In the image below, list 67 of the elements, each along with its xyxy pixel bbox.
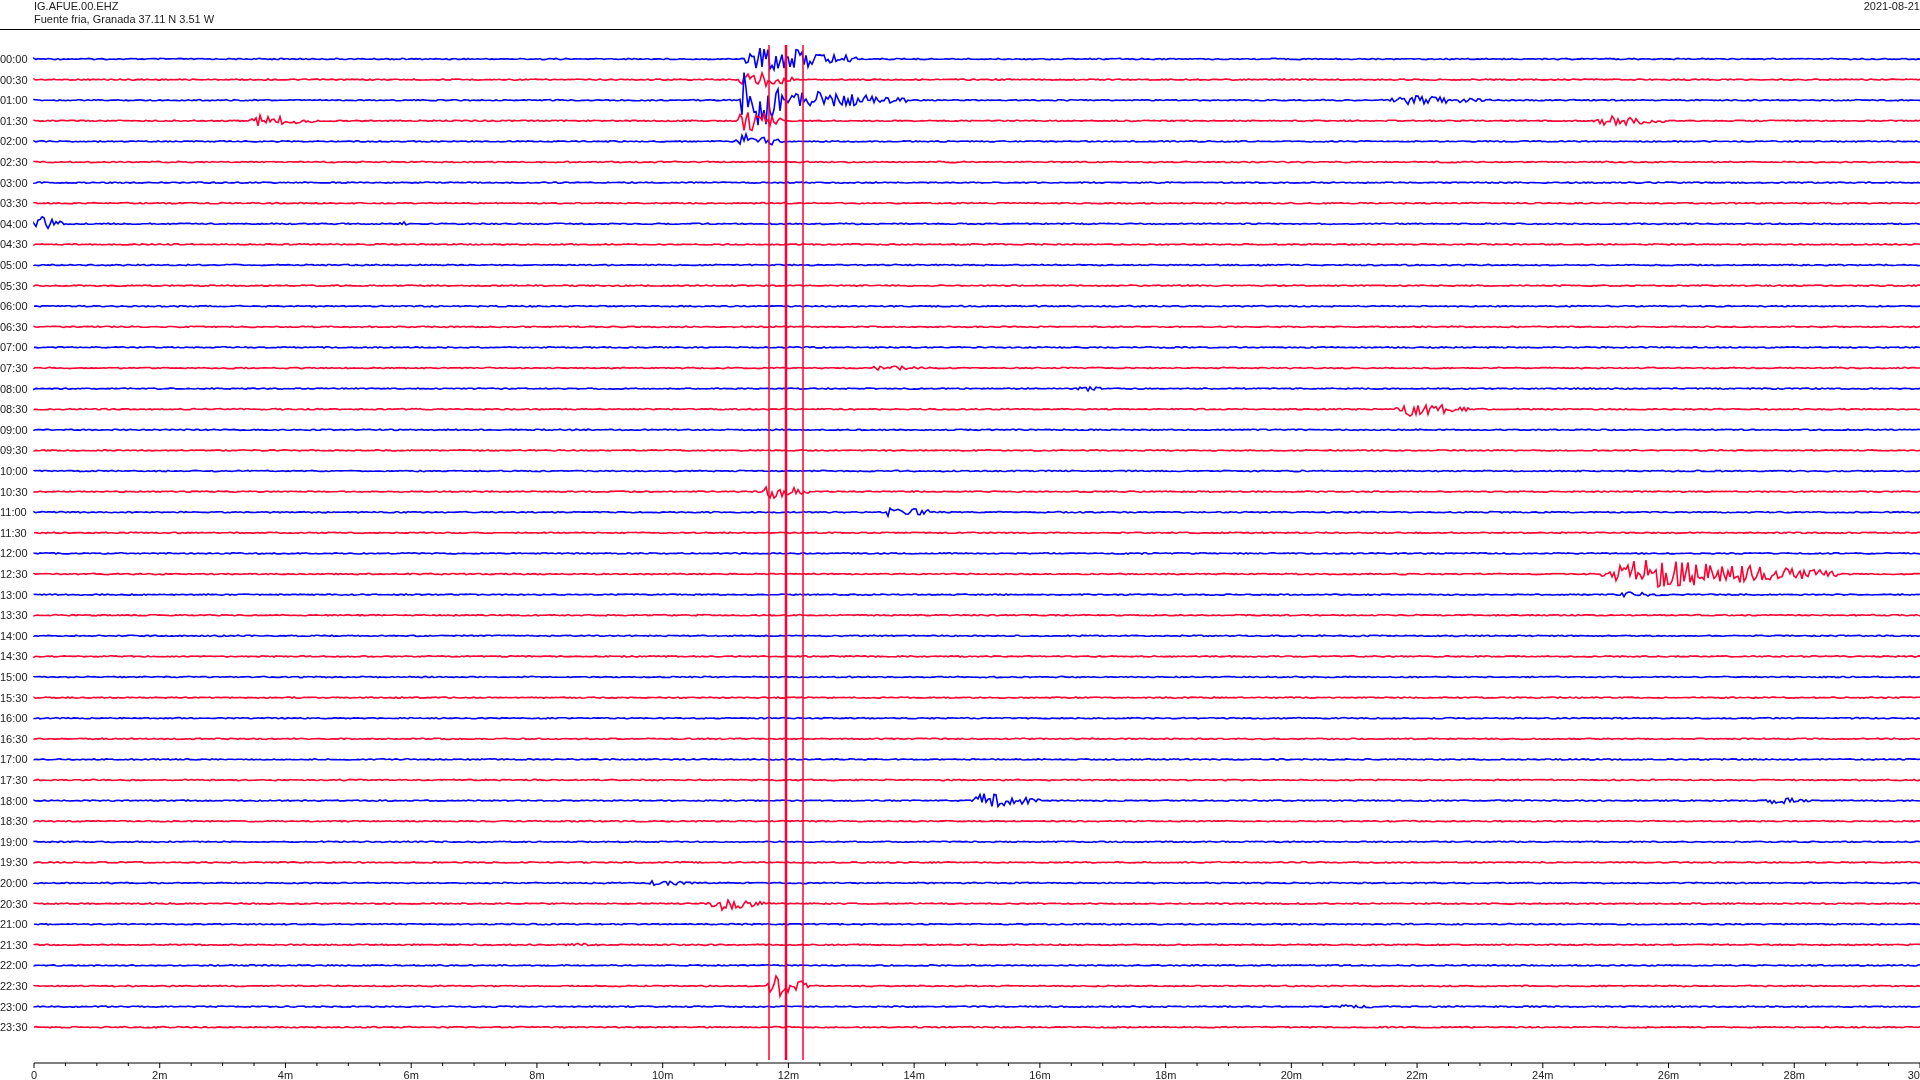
time-label: 15:30 [0,691,28,704]
station-location: Fuente fria, Granada 37.11 N 3.51 W [34,13,215,26]
axis-label: 28m [1783,1069,1805,1080]
time-label: 23:00 [0,1000,28,1013]
axis-label: 14m [903,1069,925,1080]
axis-label: 30 [1907,1069,1920,1080]
axis-label: 22m [1406,1069,1428,1080]
time-label: 09:30 [0,444,28,457]
time-label: 20:00 [0,877,28,889]
time-label: 02:00 [0,135,28,148]
time-label: 11:30 [0,526,27,539]
time-label: 04:30 [0,238,28,251]
time-label: 07:00 [0,341,28,354]
axis-label: 10m [651,1069,674,1080]
time-label: 00:00 [0,53,28,65]
axis-label: 6m [403,1069,419,1080]
time-label: 02:30 [0,156,28,168]
date-label: 2021-08-21 [1863,0,1920,12]
time-label: 00:30 [0,73,28,86]
axis-label: 18m [1154,1069,1177,1080]
time-label: 19:30 [0,856,28,869]
time-label: 08:30 [0,403,28,416]
time-label: 15:00 [0,671,28,683]
time-label: 20:30 [0,897,28,910]
time-label: 23:30 [0,1021,28,1034]
axis-label: 12m [777,1069,800,1080]
time-label: 09:00 [0,423,28,436]
time-label: 01:00 [0,94,28,107]
time-label: 12:00 [0,547,28,560]
time-label: 18:00 [0,794,28,807]
time-label: 05:00 [0,259,28,271]
time-label: 22:00 [0,959,28,972]
axis-label: 16m [1029,1069,1051,1080]
time-label: 13:00 [0,588,28,601]
time-label: 11:00 [0,506,27,519]
time-label: 14:30 [0,650,28,663]
time-label: 08:00 [0,382,28,395]
time-label: 16:30 [0,732,28,745]
station-code: IG.AFUE.00.EHZ [34,0,120,13]
axis-label: 24m [1532,1069,1554,1080]
axis-label: 8m [529,1069,545,1080]
axis-label: 2m [152,1069,168,1080]
axis-label: 4m [277,1069,294,1080]
axis-label: 20m [1280,1069,1303,1080]
time-label: 21:30 [0,938,28,951]
time-label: 12:30 [0,568,28,580]
time-label: 06:00 [0,300,28,313]
time-label: 14:00 [0,629,28,642]
time-label: 10:00 [0,465,28,477]
time-label: 03:00 [0,176,28,189]
time-label: 07:30 [0,362,28,374]
time-label: 03:30 [0,197,28,210]
time-label: 22:30 [0,980,28,992]
time-label: 05:30 [0,279,28,292]
time-label: 01:30 [0,114,28,127]
axis-label: 0 [31,1069,38,1080]
time-label: 17:30 [0,774,28,786]
time-label: 17:00 [0,753,28,766]
time-label: 16:00 [0,712,28,725]
time-label: 21:00 [0,918,28,931]
time-label: 13:30 [0,609,28,622]
time-label: 04:00 [0,217,28,230]
time-label: 06:30 [0,320,28,333]
axis-label: 26m [1657,1069,1680,1080]
time-label: 19:00 [0,835,28,848]
time-label: 10:30 [0,485,28,498]
time-label: 18:30 [0,815,28,828]
